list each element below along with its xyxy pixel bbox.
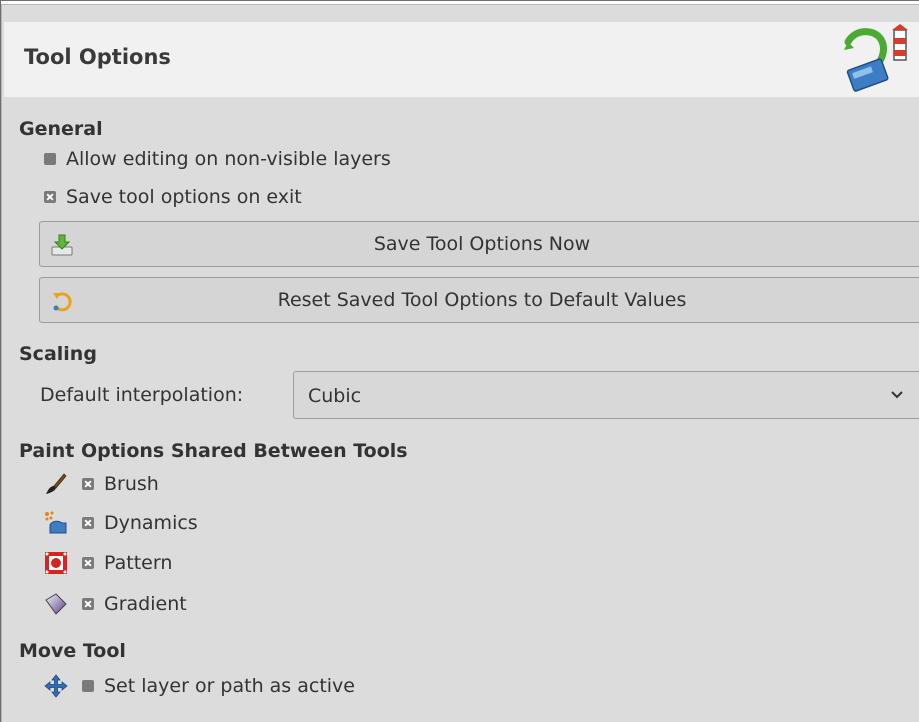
move-set-active-checkbox[interactable]: Set layer or path as active <box>44 674 355 698</box>
reset-icon <box>53 292 72 312</box>
checkbox-checked[interactable] <box>82 557 94 569</box>
chevron-down-icon <box>891 391 903 399</box>
dynamics-icon <box>45 511 67 534</box>
reset-tool-options-label: Reset Saved Tool Options to Default Valu… <box>277 289 687 311</box>
checkbox-unchecked[interactable] <box>82 680 94 692</box>
pattern-icon <box>45 552 67 574</box>
allow-editing-checkbox[interactable]: Allow editing on non-visible layers <box>44 148 391 170</box>
checkbox-checked[interactable] <box>82 478 94 490</box>
save-tool-options-label: Save Tool Options Now <box>373 233 591 255</box>
section-scaling: Scaling <box>19 343 97 365</box>
save-on-exit-label: Save tool options on exit <box>66 186 302 208</box>
page-title: Tool Options <box>24 45 171 69</box>
brush-icon <box>46 473 67 494</box>
save-on-exit-checkbox[interactable]: Save tool options on exit <box>44 186 302 208</box>
section-paint-options: Paint Options Shared Between Tools <box>19 440 408 462</box>
gradient-icon <box>45 593 67 615</box>
paint-option-brush[interactable]: Brush <box>44 472 159 496</box>
save-icon <box>51 234 73 256</box>
section-move-tool: Move Tool <box>19 640 126 662</box>
dynamics-label: Dynamics <box>104 512 198 534</box>
tool-options-icon <box>844 24 908 92</box>
interpolation-select[interactable]: Cubic <box>293 371 919 419</box>
section-general: General <box>19 118 103 140</box>
checkbox-checked[interactable] <box>82 598 94 610</box>
paint-option-dynamics[interactable]: Dynamics <box>44 511 198 535</box>
reset-tool-options-button[interactable]: Reset Saved Tool Options to Default Valu… <box>39 277 919 323</box>
paint-option-pattern[interactable]: Pattern <box>44 551 172 575</box>
interpolation-label-text: Default interpolation: <box>40 384 244 406</box>
paint-option-gradient[interactable]: Gradient <box>44 592 187 616</box>
checkbox-checked[interactable] <box>82 517 94 529</box>
move-icon <box>44 674 68 698</box>
set-active-label: Set layer or path as active <box>104 675 355 697</box>
save-tool-options-button[interactable]: Save Tool Options Now <box>39 221 919 267</box>
interpolation-label: Default interpolation: <box>40 384 243 406</box>
checkbox-unchecked[interactable] <box>44 153 56 165</box>
interpolation-value: Cubic <box>308 385 362 407</box>
pattern-label: Pattern <box>104 552 173 574</box>
brush-label: Brush <box>104 473 159 495</box>
checkbox-checked[interactable] <box>44 191 56 203</box>
gradient-label: Gradient <box>104 593 187 615</box>
allow-editing-label: Allow editing on non-visible layers <box>66 148 391 170</box>
